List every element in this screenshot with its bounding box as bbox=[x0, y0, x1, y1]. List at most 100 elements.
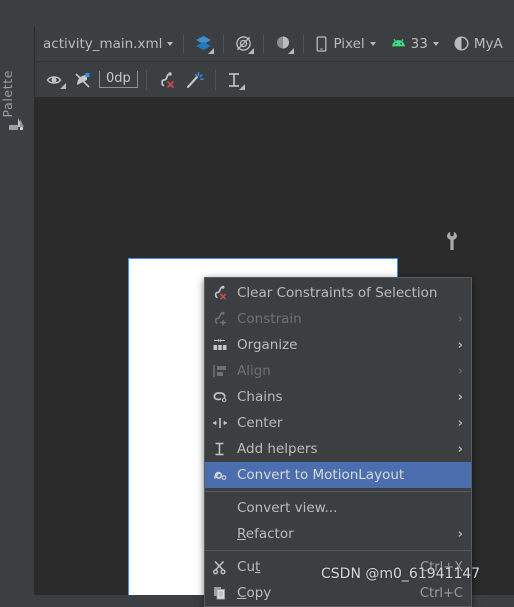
device-selector-label: Pixel bbox=[333, 35, 365, 52]
magic-wand-icon bbox=[185, 71, 205, 89]
no-icon-placeholder bbox=[211, 500, 231, 516]
motionlayout-icon bbox=[211, 467, 231, 483]
menu-item-align[interactable]: Align › bbox=[205, 358, 471, 384]
menu-item-shortcut: Ctrl+C bbox=[419, 585, 463, 601]
toolbar-separator bbox=[214, 69, 216, 90]
autoconnect-off-icon bbox=[73, 71, 93, 89]
clear-constraints-button[interactable] bbox=[153, 67, 181, 93]
chevron-right-icon: › bbox=[457, 526, 463, 542]
toolbar-separator bbox=[263, 33, 265, 54]
layers-icon bbox=[194, 34, 215, 54]
app-theme-label: MyA bbox=[473, 35, 503, 52]
device-selector[interactable]: Pixel bbox=[310, 31, 379, 57]
menu-item-chains[interactable]: Chains › bbox=[205, 384, 471, 410]
contrast-icon bbox=[453, 35, 470, 52]
menu-item-label-rest: efactor bbox=[245, 526, 294, 542]
app-theme-selector[interactable]: MyA bbox=[449, 31, 507, 57]
menu-item-label: Refactor bbox=[237, 526, 448, 542]
palette-rail-label[interactable]: Palette bbox=[0, 70, 34, 118]
infer-constraints-button[interactable] bbox=[181, 67, 209, 93]
menu-item-clear-constraints-of-selection[interactable]: Clear Constraints of Selection bbox=[205, 280, 471, 306]
chevron-right-icon: › bbox=[457, 311, 463, 327]
wrench-icon[interactable] bbox=[444, 231, 460, 255]
menu-item-label: Center bbox=[237, 415, 283, 431]
menu-item-mnemonic: R bbox=[237, 526, 246, 542]
rotate-device-icon bbox=[234, 34, 255, 54]
chevron-right-icon: › bbox=[457, 441, 463, 457]
add-helpers-icon bbox=[211, 441, 231, 457]
eye-icon bbox=[45, 72, 66, 89]
menu-item-cut[interactable]: Cut Ctrl+X bbox=[205, 554, 471, 580]
default-margin-field[interactable]: 0dp bbox=[99, 71, 138, 88]
chevron-down-icon bbox=[167, 41, 174, 46]
dropdown-mini-caret-icon bbox=[238, 83, 245, 90]
dropdown-mini-caret-icon bbox=[60, 82, 66, 89]
menu-item-label: Cut bbox=[237, 559, 402, 575]
menu-item-label-main: Cut bbox=[237, 559, 261, 575]
menu-item-label: Organize bbox=[237, 337, 298, 353]
menu-item-label: Chains bbox=[237, 389, 283, 405]
menu-item-convert-to-motionlayout[interactable]: Convert to MotionLayout bbox=[205, 462, 471, 488]
menu-item-add-helpers[interactable]: Add helpers › bbox=[205, 436, 471, 462]
design-editor-toolbar: activity_main.xml Pixel 33 MyA bbox=[35, 26, 514, 62]
copy-icon bbox=[211, 585, 231, 601]
menu-item-convert-view[interactable]: Convert view... bbox=[205, 495, 471, 521]
menu-separator bbox=[205, 550, 471, 551]
window-top-strip bbox=[0, 0, 514, 26]
dropdown-mini-caret-icon bbox=[208, 48, 215, 54]
no-icon-placeholder bbox=[211, 526, 231, 542]
menu-item-center[interactable]: Center › bbox=[205, 410, 471, 436]
layout-context-menu[interactable]: Clear Constraints of Selection Constrain… bbox=[204, 277, 472, 607]
theme-selector[interactable] bbox=[270, 31, 297, 57]
dropdown-mini-caret-icon bbox=[248, 48, 255, 54]
toolbar-separator bbox=[183, 33, 185, 54]
menu-item-organize[interactable]: Organize › bbox=[205, 332, 471, 358]
toolbar-separator bbox=[145, 69, 147, 90]
menu-item-constrain[interactable]: Constrain › bbox=[205, 306, 471, 332]
toggle-autoconnect-button[interactable] bbox=[69, 67, 97, 93]
constraint-toolbar: 0dp bbox=[35, 62, 514, 98]
theme-circle-icon bbox=[274, 34, 295, 54]
menu-item-label: Convert to MotionLayout bbox=[237, 467, 405, 483]
menu-item-label: Align bbox=[237, 363, 271, 379]
chevron-right-icon: › bbox=[457, 415, 463, 431]
palette-tool-rail[interactable]: Palette bbox=[0, 26, 35, 595]
center-icon bbox=[211, 415, 231, 431]
menu-item-label: Clear Constraints of Selection bbox=[237, 285, 438, 301]
chevron-down-icon bbox=[432, 41, 439, 46]
dropdown-mini-caret-icon bbox=[288, 48, 295, 54]
chevron-right-icon: › bbox=[457, 337, 463, 353]
view-options-button[interactable] bbox=[41, 67, 69, 93]
scissors-icon bbox=[211, 559, 231, 575]
menu-item-shortcut: Ctrl+X bbox=[420, 559, 463, 575]
guidelines-button[interactable] bbox=[222, 67, 248, 93]
clear-constraints-icon bbox=[211, 285, 231, 301]
api-level-label: 33 bbox=[410, 35, 428, 52]
android-icon bbox=[390, 37, 407, 50]
orientation-selector[interactable] bbox=[230, 31, 257, 57]
design-mode-selector[interactable] bbox=[190, 31, 217, 57]
constrain-icon bbox=[211, 311, 231, 327]
chevron-right-icon: › bbox=[457, 363, 463, 379]
palette-icon bbox=[8, 116, 26, 132]
align-icon bbox=[211, 363, 231, 379]
api-level-selector[interactable]: 33 bbox=[386, 31, 443, 57]
menu-item-label: Convert view... bbox=[237, 500, 338, 516]
editor-file-tab-label: activity_main.xml bbox=[43, 35, 163, 52]
menu-item-label: Copy bbox=[237, 585, 402, 601]
editor-file-tab[interactable]: activity_main.xml bbox=[35, 31, 177, 57]
menu-item-label: Add helpers bbox=[237, 441, 318, 457]
clear-constraints-icon bbox=[157, 71, 177, 89]
toolbar-separator bbox=[303, 33, 305, 54]
menu-item-copy[interactable]: Copy Ctrl+C bbox=[205, 580, 471, 606]
menu-item-label-rest: opy bbox=[246, 585, 272, 601]
menu-separator bbox=[205, 491, 471, 492]
guideline-icon bbox=[226, 71, 245, 90]
menu-item-label: Constrain bbox=[237, 311, 302, 327]
menu-item-refactor[interactable]: Refactor › bbox=[205, 521, 471, 547]
phone-icon bbox=[314, 35, 329, 53]
chevron-right-icon: › bbox=[457, 389, 463, 405]
chevron-down-icon bbox=[369, 41, 376, 46]
chains-icon bbox=[211, 389, 231, 405]
organize-icon bbox=[211, 337, 231, 353]
